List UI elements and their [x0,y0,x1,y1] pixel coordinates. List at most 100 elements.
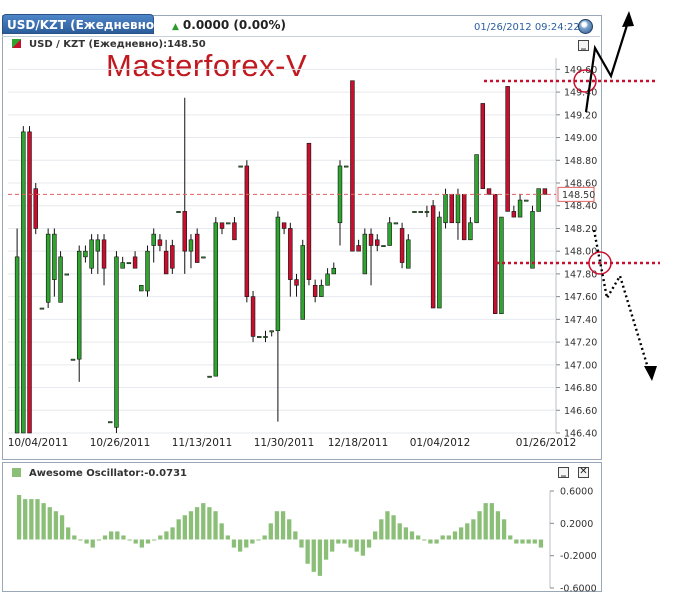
oscillator-bar [471,519,476,540]
candle-body [468,222,473,241]
y-tick-label: 147.00 [564,360,597,371]
oscillator-bar [182,515,187,540]
candle-body [393,222,399,225]
oscillator-bar [53,511,59,540]
oscillator-bar [84,539,89,544]
candle-body [474,154,479,224]
oscillator-bar [440,535,445,540]
candle-body [275,216,281,332]
oscillator-bar [225,535,230,540]
oscillator-bar [274,511,280,540]
candle-body [319,284,324,297]
oscillator-bar [164,531,169,540]
y-tick-label: 148.80 [564,156,597,167]
oscillator-bar [250,539,255,544]
oscillator-bar [538,539,544,548]
y-tick-label: 149.00 [564,133,597,144]
candle-body [406,239,411,269]
oscillator-bar [317,539,323,576]
candle-body [225,222,231,225]
oscillator-bar [90,539,95,548]
oscillator-bar [489,503,494,540]
oscillator-bar [348,539,353,548]
candle-body [151,233,156,246]
candle-body [412,211,417,213]
oscillator-bar [354,539,359,552]
oscillator-bar [409,531,415,540]
candle-body [381,245,386,248]
candle-body [455,194,461,224]
oscillator-bar [237,539,243,552]
candle-body [250,296,256,337]
oscillator-bar [532,539,537,544]
candle-body [101,239,107,269]
oscillator-bar [188,511,194,540]
candle-body [244,165,250,297]
candle-body [288,228,293,280]
x-tick-label: 11/30/2011 [254,437,315,449]
oscillator-bar [458,527,464,540]
candle-body [362,233,368,275]
candle-body [45,233,51,303]
oscillator-bar [293,531,298,540]
oscillator-bar [244,539,249,548]
candle-body [524,199,529,202]
oscillator-bar [501,519,507,540]
oscillator-bar [415,535,421,540]
oscillator-bar [256,539,261,541]
y-tick-label: 147.20 [564,338,597,349]
oscillator-bar [311,539,316,572]
oscillator-bar [520,539,525,544]
candle-body [95,239,101,252]
candle-body [530,211,535,269]
oscillator-bar [29,499,34,540]
candle-body [14,256,20,434]
oscillator-bar [194,507,200,540]
y-tick-label: 149.20 [564,110,597,121]
candle-body [542,188,548,195]
candle-body [139,284,144,292]
oscillator-bar [151,539,157,541]
candle-body [437,216,442,309]
x-tick-label: 01/04/2012 [410,437,471,449]
oscillator-bar [207,507,212,540]
oscillator-bar [35,499,40,540]
oscillator-bar [428,539,433,544]
candle-body [387,222,392,246]
candle-body [424,211,430,213]
candle-body [108,421,113,424]
oscillator-bar [133,539,138,544]
candle-body [536,188,541,212]
candle-body [399,228,405,263]
arrow-head-down-icon [644,366,657,381]
y-tick-label: 148.20 [564,224,597,235]
candle-body [418,211,423,213]
candle-body [120,262,125,269]
oscillator-bar [213,511,218,540]
candle-body [145,250,150,292]
oscillator-bar [170,527,175,540]
candle-body [83,250,88,258]
oscillator-bar [422,539,427,541]
candle-body [170,245,175,269]
oscillator-bar [403,527,409,540]
candle-body [300,245,305,320]
candle-body [306,142,312,280]
current-value-label: 148.50 [562,190,595,201]
candle-body [219,222,225,229]
oscillator-bar [379,519,384,540]
candle-body [89,239,94,269]
candle-body [375,239,380,246]
oscillator-bar [59,515,65,540]
oscillator-bar [66,527,71,540]
x-tick-label: 12/18/2011 [328,437,389,449]
oscillator-bar [201,503,206,540]
candle-body [331,267,337,275]
candle-body [294,279,299,286]
candle-body [343,165,349,168]
oscillator-bar [72,535,77,540]
oscillator-bar [477,511,482,540]
candle-body [430,205,436,309]
oscillator-bar [330,539,335,552]
oscillator-bar [121,535,126,540]
